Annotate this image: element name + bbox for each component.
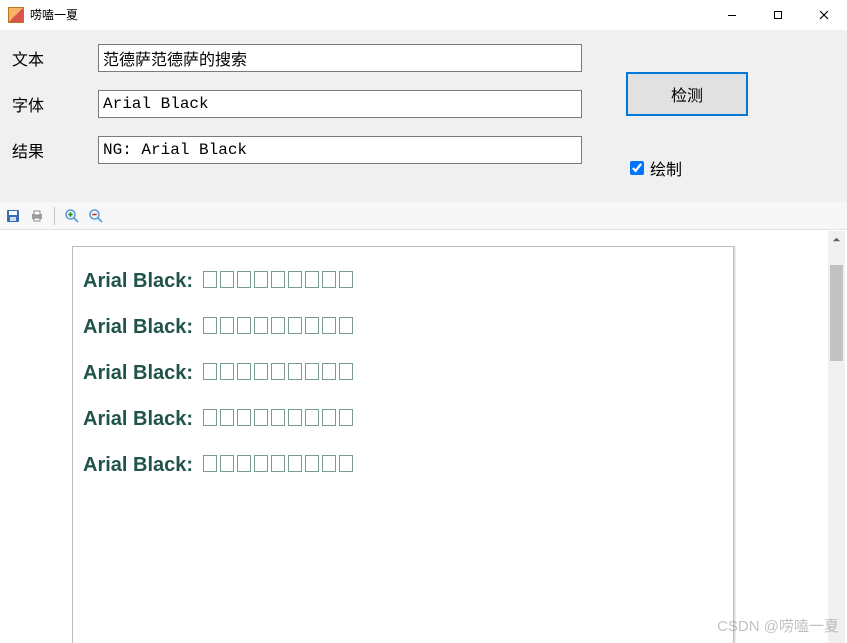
notdef-glyph-icon: [339, 455, 353, 472]
window-title: 唠嗑一夏: [30, 6, 78, 23]
sample-line-label: Arial Black:: [83, 454, 193, 476]
notdef-glyph-icon: [288, 409, 302, 426]
title-bar: 唠嗑一夏: [0, 0, 847, 30]
preview-page: Arial Black: Arial Black: Arial Black: Aria…: [72, 246, 734, 643]
close-button[interactable]: [801, 0, 847, 30]
notdef-glyph-icon: [254, 455, 268, 472]
notdef-glyph-icon: [288, 317, 302, 334]
notdef-glyph-icon: [237, 317, 251, 334]
zoom-in-icon[interactable]: [63, 207, 81, 225]
sample-line: Arial Black:: [83, 363, 723, 383]
notdef-glyph-icon: [322, 409, 336, 426]
notdef-glyph-run: [203, 317, 353, 334]
notdef-glyph-run: [203, 409, 353, 426]
notdef-glyph-icon: [220, 271, 234, 288]
vertical-scrollbar[interactable]: [828, 231, 845, 643]
draw-checkbox-wrap[interactable]: 绘制: [626, 156, 682, 180]
notdef-glyph-icon: [339, 363, 353, 380]
notdef-glyph-icon: [220, 409, 234, 426]
text-label: 文本: [12, 46, 98, 70]
zoom-out-icon[interactable]: [87, 207, 105, 225]
notdef-glyph-icon: [220, 363, 234, 380]
draw-checkbox[interactable]: [630, 161, 644, 175]
sample-line-label: Arial Black:: [83, 316, 193, 338]
notdef-glyph-icon: [237, 363, 251, 380]
notdef-glyph-icon: [305, 363, 319, 380]
print-icon[interactable]: [28, 207, 46, 225]
notdef-glyph-icon: [203, 317, 217, 334]
preview-area: Arial Black: Arial Black: Arial Black: Aria…: [0, 230, 847, 643]
notdef-glyph-icon: [254, 271, 268, 288]
scroll-thumb[interactable]: [830, 265, 843, 361]
notdef-glyph-icon: [305, 409, 319, 426]
preview-toolbar: [0, 202, 847, 230]
maximize-button[interactable]: [755, 0, 801, 30]
scroll-up-button[interactable]: [828, 231, 845, 248]
notdef-glyph-icon: [203, 271, 217, 288]
notdef-glyph-icon: [288, 363, 302, 380]
notdef-glyph-icon: [203, 455, 217, 472]
notdef-glyph-icon: [288, 271, 302, 288]
notdef-glyph-icon: [271, 455, 285, 472]
app-icon: [8, 7, 24, 23]
notdef-glyph-icon: [322, 363, 336, 380]
sample-line-label: Arial Black:: [83, 408, 193, 430]
notdef-glyph-icon: [220, 455, 234, 472]
notdef-glyph-icon: [203, 409, 217, 426]
notdef-glyph-icon: [339, 409, 353, 426]
notdef-glyph-icon: [288, 455, 302, 472]
notdef-glyph-icon: [254, 409, 268, 426]
notdef-glyph-icon: [237, 455, 251, 472]
notdef-glyph-icon: [305, 455, 319, 472]
notdef-glyph-icon: [322, 317, 336, 334]
form-panel: 文本 字体 结果 检测 绘制: [0, 30, 847, 202]
notdef-glyph-icon: [322, 455, 336, 472]
notdef-glyph-icon: [305, 271, 319, 288]
notdef-glyph-icon: [322, 271, 336, 288]
notdef-glyph-icon: [237, 271, 251, 288]
notdef-glyph-icon: [271, 317, 285, 334]
save-icon[interactable]: [4, 207, 22, 225]
notdef-glyph-icon: [339, 317, 353, 334]
notdef-glyph-run: [203, 271, 353, 288]
notdef-glyph-run: [203, 363, 353, 380]
minimize-button[interactable]: [709, 0, 755, 30]
draw-checkbox-label: 绘制: [650, 156, 682, 180]
sample-line: Arial Black:: [83, 317, 723, 337]
text-input[interactable]: [98, 44, 582, 72]
font-label: 字体: [12, 92, 98, 116]
sample-line: Arial Black:: [83, 409, 723, 429]
result-input[interactable]: [98, 136, 582, 164]
font-input[interactable]: [98, 90, 582, 118]
notdef-glyph-run: [203, 455, 353, 472]
notdef-glyph-icon: [254, 363, 268, 380]
sample-line-label: Arial Black:: [83, 362, 193, 384]
detect-button[interactable]: 检测: [626, 72, 748, 116]
notdef-glyph-icon: [339, 271, 353, 288]
notdef-glyph-icon: [305, 317, 319, 334]
sample-line: Arial Black:: [83, 455, 723, 475]
notdef-glyph-icon: [271, 363, 285, 380]
notdef-glyph-icon: [203, 363, 217, 380]
window-buttons: [709, 0, 847, 29]
notdef-glyph-icon: [271, 409, 285, 426]
notdef-glyph-icon: [237, 409, 251, 426]
notdef-glyph-icon: [271, 271, 285, 288]
result-label: 结果: [12, 138, 98, 162]
sample-line-label: Arial Black:: [83, 270, 193, 292]
sample-line: Arial Black:: [83, 271, 723, 291]
notdef-glyph-icon: [220, 317, 234, 334]
notdef-glyph-icon: [254, 317, 268, 334]
